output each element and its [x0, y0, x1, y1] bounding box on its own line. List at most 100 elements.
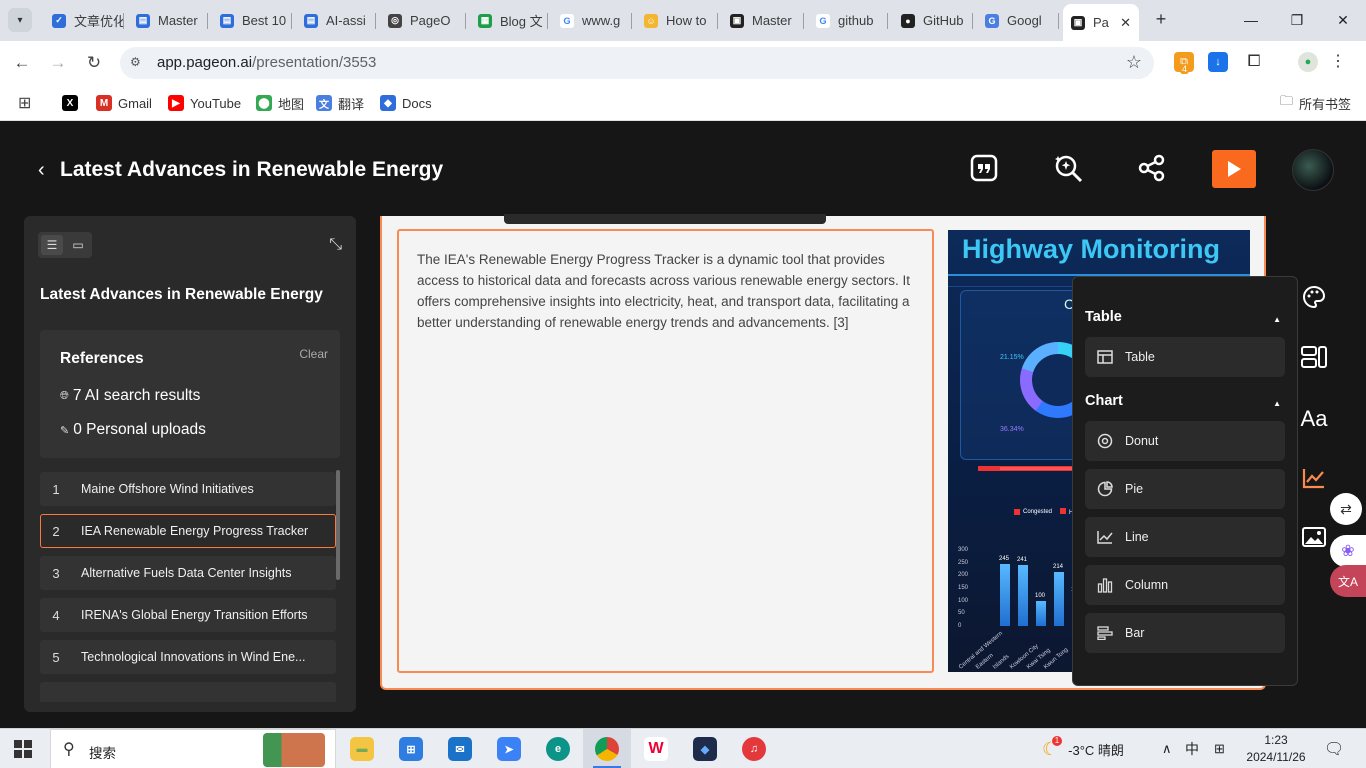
mail-icon[interactable]: ✉ — [436, 729, 484, 768]
extensions-puzzle-icon[interactable]: ⧠ — [1244, 52, 1264, 72]
store-icon[interactable]: ⊞ — [387, 729, 435, 768]
browser-tab[interactable]: ▤ Master — [128, 6, 208, 35]
wps-icon[interactable]: W — [632, 729, 680, 768]
list-view-icon[interactable]: ☰ — [41, 235, 63, 255]
slide-toolbar[interactable] — [504, 214, 826, 224]
url-text[interactable]: app.pageon.ai/presentation/3553 — [157, 54, 376, 71]
download-icon[interactable]: ↓ — [1208, 52, 1228, 72]
source-number: 4 — [52, 607, 60, 623]
browser-tab[interactable]: G Googl — [977, 6, 1059, 35]
bookmark-item[interactable]: X — [62, 93, 84, 113]
swap-icon[interactable]: ⇄ — [1330, 493, 1362, 525]
apps-grid-icon[interactable]: ⊞ — [18, 93, 31, 113]
windows-start-icon[interactable] — [14, 740, 32, 758]
slide-view-icon[interactable]: ▭ — [67, 235, 89, 255]
taskbar-search[interactable]: ⚲ 搜索 — [50, 729, 336, 768]
caret-up-icon[interactable]: ▲ — [1273, 399, 1281, 408]
all-bookmarks-folder[interactable]: 🗀 所有书签 — [1280, 93, 1351, 113]
slide-text-box[interactable]: The IEA's Renewable Energy Progress Trac… — [397, 229, 934, 673]
ime-indicator[interactable]: 中 — [1185, 729, 1199, 768]
brain-ai-icon[interactable]: ❀ — [1330, 535, 1366, 567]
bookmark-item[interactable]: 文翻译 — [316, 93, 364, 113]
cat-app-icon[interactable]: ◆ — [681, 729, 729, 768]
menu-item-column[interactable]: Column — [1085, 565, 1285, 605]
browser-tab[interactable]: ☺ How to — [636, 6, 718, 35]
palette-icon[interactable] — [1300, 283, 1328, 311]
source-item[interactable]: 3 Alternative Fuels Data Center Insights — [40, 556, 336, 590]
taskbar-clock[interactable]: 1:23 2024/11/26 — [1244, 732, 1308, 766]
source-item[interactable]: 5 Technological Innovations in Wind Ene..… — [40, 640, 336, 674]
windows-taskbar: ⚲ 搜索 ▬ ⊞ ✉ ➤ e W ◆ ♫ ☾ 1 -3°C 晴朗 ∧ 中 ⊞ 1:… — [0, 728, 1366, 768]
notification-icon[interactable]: 🗨︎ — [1324, 729, 1344, 768]
source-item[interactable]: 1 Maine Offshore Wind Initiatives — [40, 472, 336, 506]
share-icon[interactable] — [1135, 151, 1169, 185]
menu-item-line[interactable]: Line — [1085, 517, 1285, 557]
active-tab[interactable]: ▣ Pa ✕ — [1063, 4, 1139, 41]
profile-avatar[interactable]: ● — [1298, 52, 1318, 72]
caret-up-icon[interactable]: ▲ — [1273, 315, 1281, 324]
source-list-scrollbar[interactable] — [336, 470, 340, 580]
bookmark-item[interactable]: M Gmail — [96, 93, 152, 113]
source-item[interactable]: 2 IEA Renewable Energy Progress Tracker — [40, 514, 336, 548]
browser-tab[interactable]: ● GitHub — [893, 6, 973, 35]
browser-tab[interactable]: Gwww.g — [552, 6, 632, 35]
close-window-button[interactable]: ✕ — [1320, 0, 1366, 40]
forward-icon[interactable]: → — [46, 51, 70, 75]
back-icon[interactable]: ← — [10, 51, 34, 75]
font-icon[interactable]: Aa — [1300, 405, 1328, 433]
browser-tab[interactable]: ✓ 文章优化 — [44, 6, 124, 35]
tab-separator — [887, 13, 888, 29]
menu-item-donut[interactable]: Donut — [1085, 421, 1285, 461]
user-avatar[interactable] — [1292, 149, 1334, 191]
bookmark-item[interactable]: ▶ YouTube — [168, 93, 241, 113]
present-play-button[interactable] — [1212, 150, 1256, 188]
translate-icon[interactable]: 文A — [1330, 565, 1366, 597]
site-settings-icon[interactable]: ⚙ — [130, 55, 146, 71]
layout-icon[interactable] — [1300, 343, 1328, 371]
collapse-panel-icon[interactable]: ⤡ — [329, 236, 342, 254]
maximize-button[interactable]: ❐ — [1274, 0, 1320, 40]
reload-icon[interactable]: ↻ — [82, 51, 106, 75]
source-item[interactable] — [40, 682, 336, 702]
browser-tab[interactable]: ▣ Master — [722, 6, 804, 35]
menu-item-bar[interactable]: Bar — [1085, 613, 1285, 653]
netease-music-icon[interactable]: ♫ — [730, 729, 778, 768]
source-item[interactable]: 4 IRENA's Global Energy Transition Effort… — [40, 598, 336, 632]
view-toggle[interactable]: ☰ ▭ — [38, 232, 92, 258]
chart-trend-icon[interactable] — [1300, 464, 1328, 492]
chrome-icon[interactable] — [583, 729, 631, 768]
bookmark-star-icon[interactable]: ☆ — [1126, 52, 1142, 73]
menu-item-pie[interactable]: Pie — [1085, 469, 1285, 509]
browser-tab[interactable]: ◎ PageO — [380, 6, 466, 35]
browser-tab[interactable]: ▦ Blog 文 — [470, 6, 548, 35]
edge-icon[interactable]: e — [534, 729, 582, 768]
bookmarks-bar: ⊞ X M Gmail ▶ YouTube ⬤ 地图文翻译 ◆ Docs 🗀 所有书签 — [0, 85, 1366, 121]
menu-section-table[interactable]: Table — [1085, 309, 1122, 325]
ai-results-row[interactable]: 🌐︎ 7 AI search results — [60, 387, 200, 405]
minimize-button[interactable]: — — [1228, 0, 1274, 40]
browser-tab[interactable]: ▤ AI-assi — [296, 6, 376, 35]
ai-search-icon[interactable] — [1051, 151, 1085, 185]
bookmark-item[interactable]: ⬤ 地图 — [256, 93, 304, 113]
quote-icon[interactable] — [967, 151, 1001, 185]
back-chevron-icon[interactable]: ‹ — [38, 159, 45, 182]
tray-chevron-icon[interactable]: ∧ — [1162, 729, 1172, 768]
close-tab-icon[interactable]: ✕ — [1120, 15, 1131, 31]
feishu-icon[interactable]: ➤ — [485, 729, 533, 768]
browser-tab[interactable]: Ggithub — [808, 6, 888, 35]
menu-section-chart[interactable]: Chart — [1085, 393, 1123, 409]
weather-widget[interactable]: ☾ 1 -3°C 晴朗 — [1042, 729, 1124, 768]
browser-menu-icon[interactable]: ⋮ — [1328, 52, 1348, 72]
tab-search-button[interactable]: ▾ — [8, 8, 32, 32]
tab-favicon-icon: ☺ — [644, 13, 658, 28]
browser-tab[interactable]: ▤ Best 10 — [212, 6, 292, 35]
menu-item-table[interactable]: Table — [1085, 337, 1285, 377]
bookmark-item[interactable]: ◆ Docs — [380, 93, 432, 113]
image-icon[interactable] — [1300, 523, 1328, 551]
clear-references-button[interactable]: Clear — [299, 347, 328, 361]
ime-grid-icon[interactable]: ⊞ — [1214, 729, 1225, 768]
omnibox[interactable]: ⚙ app.pageon.ai/presentation/3553 ☆ — [120, 47, 1154, 79]
uploads-row[interactable]: ✎ 0 Personal uploads — [60, 421, 206, 439]
file-explorer-icon[interactable]: ▬ — [338, 729, 386, 768]
new-tab-button[interactable]: + — [1150, 8, 1172, 30]
